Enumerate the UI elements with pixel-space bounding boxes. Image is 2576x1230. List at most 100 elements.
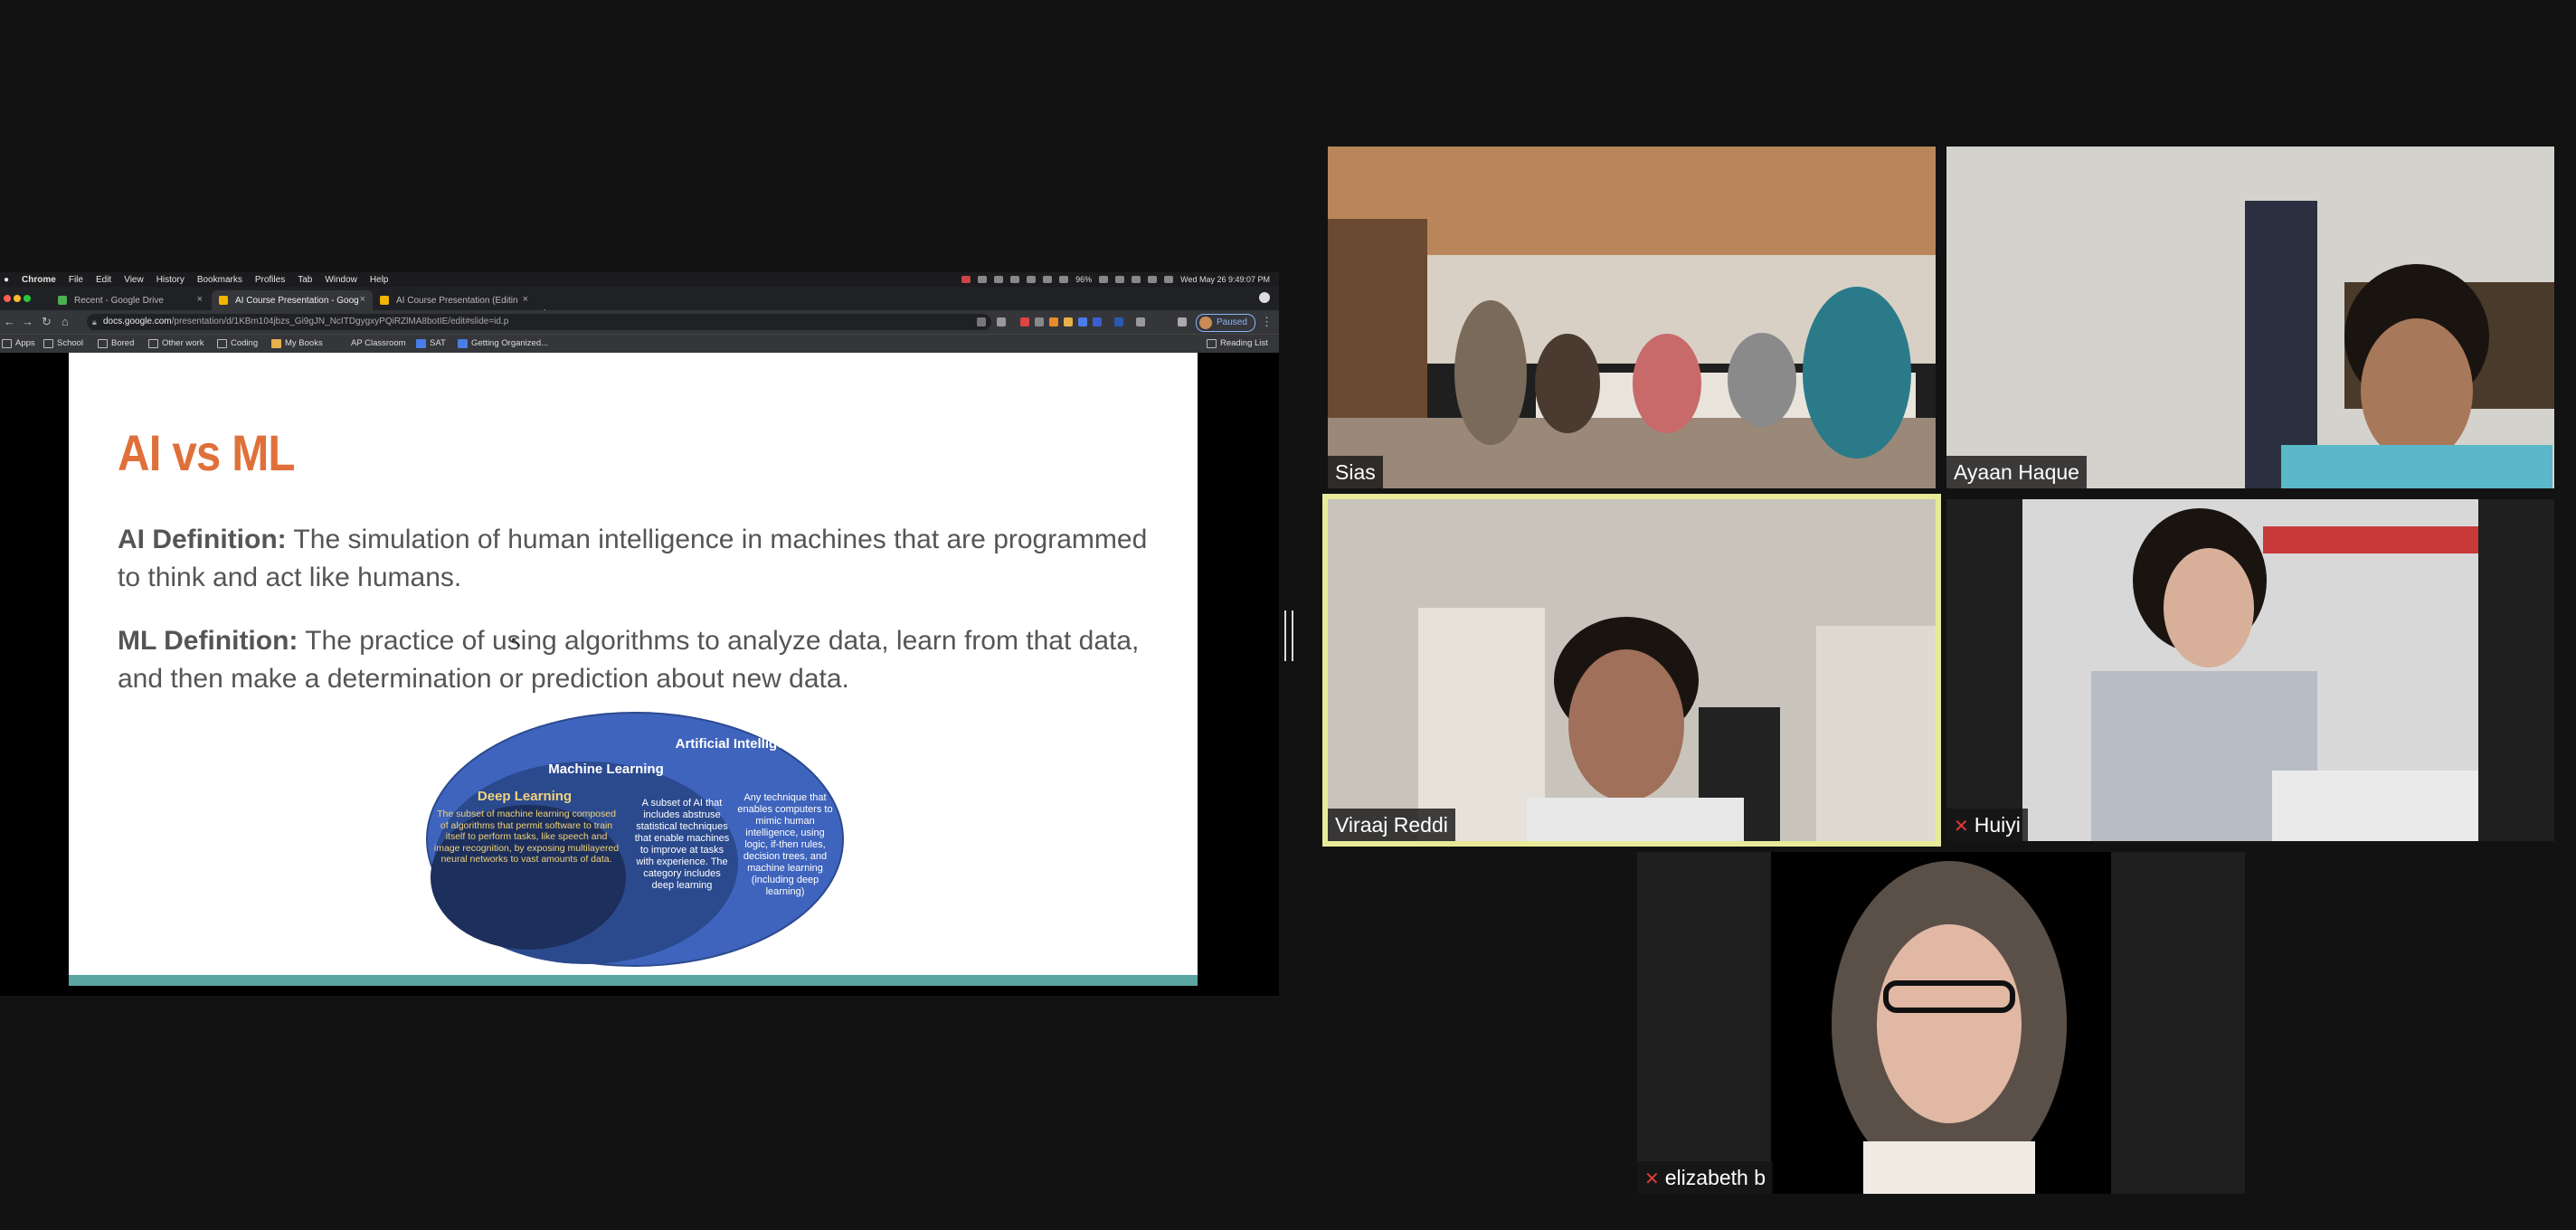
ml-definition: ML Definition: The practice of using alg… [118,622,1158,698]
menu-help[interactable]: Help [370,275,389,285]
volume-icon[interactable] [1059,276,1069,283]
bookmark-coding[interactable]: Coding [217,338,258,348]
bluetooth-icon[interactable] [1043,276,1053,283]
panel-resize-handle[interactable] [1284,610,1293,661]
status-icon[interactable] [978,276,988,283]
bookmark-sat[interactable]: SAT [416,338,446,348]
bookmark-my-books[interactable]: My Books [271,338,323,348]
bookmark-getting-organized[interactable]: Getting Organized... [458,338,548,348]
slide[interactable]: AI vs ML AI Definition: The simulation o… [69,353,1198,986]
tab-ai-course-presentation[interactable]: AI Course Presentation - Goog × [212,290,373,310]
video-tile-sias[interactable]: Sias [1328,147,1936,488]
search-icon[interactable] [1132,276,1141,283]
bookmark-label: Getting Organized... [471,338,549,348]
bookmark-label: Other work [162,338,204,348]
ai-definition-label: AI Definition: [118,525,287,554]
mic-muted-icon: ✕ [1644,1169,1660,1189]
bookmark-other-work[interactable]: Other work [148,338,204,348]
person-4 [1728,333,1796,427]
apple-icon[interactable]: ● [4,275,9,285]
video-tile-elizabeth-b[interactable]: ✕ elizabeth b [1637,852,2245,1194]
bookmark-apps[interactable]: Apps [2,338,35,348]
menu-history[interactable]: History [156,275,185,285]
reload-icon[interactable]: ↻ [42,315,52,329]
menu-status-area: 96% Wed May 26 9:49:07 PM [961,272,1270,287]
more-menu-icon[interactable]: ⋮ [1261,315,1273,329]
menu-window[interactable]: Window [325,275,357,285]
video-tile-huiyi[interactable]: ✕ Huiyi [1946,499,2554,841]
extension-icon[interactable] [1078,317,1087,326]
person-2 [1535,334,1600,433]
participant-name: Ayaan Haque [1946,456,2087,488]
address-bar[interactable]: 🔒︎ docs.google.com/presentation/d/1KBm10… [87,314,991,330]
avatar [1199,317,1212,329]
mic-muted-icon: ✕ [1954,817,1969,837]
profile-paused-button[interactable]: Paused [1196,314,1255,332]
zoom-icon[interactable] [977,317,986,326]
profile-status: Paused [1217,317,1247,327]
status-icon[interactable] [994,276,1004,283]
extension-icon[interactable] [1064,317,1073,326]
participant-name: ✕ elizabeth b [1637,1161,1774,1194]
minimize-window-icon[interactable] [14,295,21,302]
bookmark-bored[interactable]: Bored [98,338,134,348]
status-icon[interactable] [1027,276,1037,283]
apps-grid-icon [2,338,12,348]
person-5 [1803,287,1911,459]
extension-icon[interactable] [1114,317,1123,326]
slides-present-area: AI vs ML AI Definition: The simulation o… [0,353,1279,996]
video-tile-viraaj-reddi-active-speaker[interactable]: Viraaj Reddi [1322,494,1941,847]
menu-clock[interactable]: Wed May 26 9:49:07 PM [1180,275,1270,284]
lock-icon[interactable]: 🔒︎ [92,314,97,330]
status-icon[interactable] [1010,276,1020,283]
menu-edit[interactable]: Edit [96,275,111,285]
menu-view[interactable]: View [124,275,144,285]
bookmark-label: Bored [111,338,135,348]
siri-icon[interactable] [1164,276,1174,283]
extension-icon[interactable] [1093,317,1102,326]
drive-icon [58,296,67,305]
status-icon[interactable] [961,276,971,283]
dl-description: The subset of machine learning composed … [433,809,620,865]
tab-google-drive[interactable]: Recent - Google Drive × [51,290,210,310]
venn-diagram: Artificial Intelligence Any technique th… [425,711,845,968]
forward-icon[interactable]: → [22,315,33,328]
menu-profiles[interactable]: Profiles [255,275,285,285]
bookmarks-bar: Apps School Bored Other work Coding My B… [0,334,1279,353]
video-tile-ayaan-haque[interactable]: Ayaan Haque [1946,147,2554,488]
menu-bookmarks[interactable]: Bookmarks [197,275,242,285]
bookmark-star-icon[interactable] [997,317,1006,326]
close-window-icon[interactable] [4,295,11,302]
bookmark-label: Apps [15,338,35,348]
wifi-icon[interactable] [1115,276,1125,283]
close-tab-icon[interactable]: × [197,294,203,305]
extension-icon[interactable] [1049,317,1058,326]
home-icon[interactable]: ⌂ [62,315,69,328]
back-icon[interactable]: ← [4,315,15,328]
control-center-icon[interactable] [1148,276,1158,283]
puzzle-icon[interactable] [1178,317,1187,326]
reading-list-button[interactable]: Reading List [1207,338,1268,348]
menu-file[interactable]: File [69,275,83,285]
participant-name: ✕ Huiyi [1946,809,2028,841]
ml-definition-label: ML Definition: [118,626,298,656]
battery-icon[interactable] [1099,276,1109,283]
menu-tab[interactable]: Tab [298,275,312,285]
ml-description: A subset of AI that includes abstruse st… [634,798,730,891]
close-tab-icon[interactable]: × [523,294,528,305]
video-feed [1328,499,1936,841]
bookmark-school[interactable]: School [43,338,83,348]
extension-icon[interactable] [1035,317,1044,326]
menu-chrome[interactable]: Chrome [22,275,56,285]
tab-ai-course-presentation-editing[interactable]: AI Course Presentation (Editin × [373,290,535,310]
extension-icon[interactable] [1136,317,1145,326]
bookmark-ap-classroom[interactable]: AP Classroom [351,338,406,348]
mouse-cursor-icon: ↖ [510,635,523,650]
close-tab-icon[interactable]: × [360,294,365,305]
tab-search-icon[interactable] [1259,292,1270,303]
ai-description: Any technique that enables computers to … [737,792,833,897]
maximize-window-icon[interactable] [24,295,31,302]
reading-list-icon [1207,338,1217,348]
extension-icon[interactable] [1020,317,1029,326]
video-feed [1946,147,2554,488]
